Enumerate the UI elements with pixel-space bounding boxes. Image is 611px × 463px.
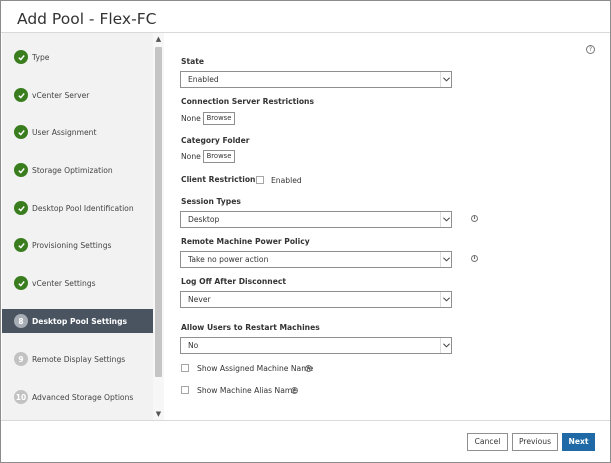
show-machine-alias-name-label: Show Machine Alias Name (197, 386, 297, 395)
step-type[interactable]: Type (2, 45, 153, 69)
cancel-button[interactable]: Cancel (467, 433, 508, 451)
step-remote-display-settings[interactable]: 9 Remote Display Settings (2, 347, 153, 371)
session-types-label: Session Types (181, 197, 241, 206)
step-label: Type (32, 52, 50, 62)
step-vcenter-server[interactable]: vCenter Server (2, 83, 153, 107)
step-storage-optimization[interactable]: Storage Optimization (2, 158, 153, 182)
show-machine-alias-name-checkbox[interactable] (181, 386, 189, 394)
info-icon[interactable]: i (471, 215, 478, 222)
state-label: State (181, 57, 205, 66)
allow-users-restart-label: Allow Users to Restart Machines (181, 323, 320, 332)
log-off-after-disconnect-label: Log Off After Disconnect (181, 277, 286, 286)
info-icon[interactable]: i (305, 365, 312, 372)
client-restrictions-checkbox[interactable] (256, 176, 264, 184)
step-number-badge: 10 (14, 390, 28, 404)
connection-server-restrictions-value: None (181, 114, 201, 123)
check-icon (14, 201, 28, 215)
remote-machine-power-policy-value: Take no power action (188, 255, 269, 264)
step-label: Remote Display Settings (32, 354, 126, 364)
remote-machine-power-policy-select[interactable]: Take no power action (180, 251, 452, 268)
allow-users-restart-value: No (188, 341, 199, 350)
wizard-steps-sidebar: Type vCenter Server User Assignment Stor… (2, 33, 153, 420)
category-folder-value: None (181, 152, 201, 161)
check-icon (14, 163, 28, 177)
help-icon[interactable]: ? (586, 45, 595, 54)
session-types-value: Desktop (188, 215, 220, 224)
category-folder-browse-button[interactable]: Browse (203, 150, 235, 163)
dialog-title: Add Pool - Flex-FC (17, 10, 157, 28)
scroll-thumb[interactable] (155, 47, 162, 377)
info-icon[interactable]: i (471, 255, 478, 262)
next-button[interactable]: Next (562, 433, 595, 451)
connection-server-restrictions-label: Connection Server Restrictions (181, 97, 314, 106)
show-assigned-machine-name-checkbox[interactable] (181, 364, 189, 372)
chevron-down-icon (440, 292, 451, 307)
sidebar-scrollbar[interactable]: ▲ ▼ (153, 33, 164, 420)
step-provisioning-settings[interactable]: Provisioning Settings (2, 233, 153, 257)
client-restrictions-checkbox-label: Enabled (271, 176, 302, 185)
footer-divider (1, 420, 610, 421)
step-label: Storage Optimization (32, 165, 113, 175)
check-icon (14, 276, 28, 290)
step-desktop-pool-identification[interactable]: Desktop Pool Identification (2, 196, 153, 220)
chevron-down-icon (440, 212, 451, 227)
step-user-assignment[interactable]: User Assignment (2, 120, 153, 144)
chevron-down-icon (440, 338, 451, 353)
step-label: Provisioning Settings (32, 240, 112, 250)
step-desktop-pool-settings[interactable]: 8 Desktop Pool Settings (2, 309, 153, 333)
step-vcenter-settings[interactable]: vCenter Settings (2, 271, 153, 295)
check-icon (14, 88, 28, 102)
step-label: vCenter Settings (32, 278, 96, 288)
state-value: Enabled (188, 75, 219, 84)
step-label: Advanced Storage Options (32, 392, 134, 402)
step-label: User Assignment (32, 127, 97, 137)
step-advanced-storage-options[interactable]: 10 Advanced Storage Options (2, 385, 153, 409)
allow-users-restart-select[interactable]: No (180, 337, 452, 354)
check-icon (14, 238, 28, 252)
step-label: Desktop Pool Settings (32, 316, 128, 326)
state-select[interactable]: Enabled (180, 71, 452, 88)
session-types-select[interactable]: Desktop (180, 211, 452, 228)
category-folder-label: Category Folder (181, 136, 250, 145)
chevron-down-icon (440, 252, 451, 267)
step-label: vCenter Server (32, 90, 90, 100)
chevron-down-icon (440, 72, 451, 87)
step-number-badge: 8 (14, 314, 28, 328)
step-number-badge: 9 (14, 352, 28, 366)
scroll-down-icon[interactable]: ▼ (154, 409, 163, 419)
log-off-after-disconnect-value: Never (188, 295, 211, 304)
check-icon (14, 50, 28, 64)
remote-machine-power-policy-label: Remote Machine Power Policy (181, 237, 310, 246)
log-off-after-disconnect-select[interactable]: Never (180, 291, 452, 308)
add-pool-dialog: Add Pool - Flex-FC Type vCenter Server U… (0, 0, 611, 463)
check-icon (14, 125, 28, 139)
show-assigned-machine-name-label: Show Assigned Machine Name (197, 364, 314, 373)
info-icon[interactable]: i (291, 387, 298, 394)
previous-button[interactable]: Previous (512, 433, 558, 451)
connection-server-browse-button[interactable]: Browse (203, 112, 235, 125)
step-label: Desktop Pool Identification (32, 203, 134, 213)
scroll-up-icon[interactable]: ▲ (154, 34, 163, 44)
client-restrictions-label: Client Restrictions (181, 175, 260, 184)
